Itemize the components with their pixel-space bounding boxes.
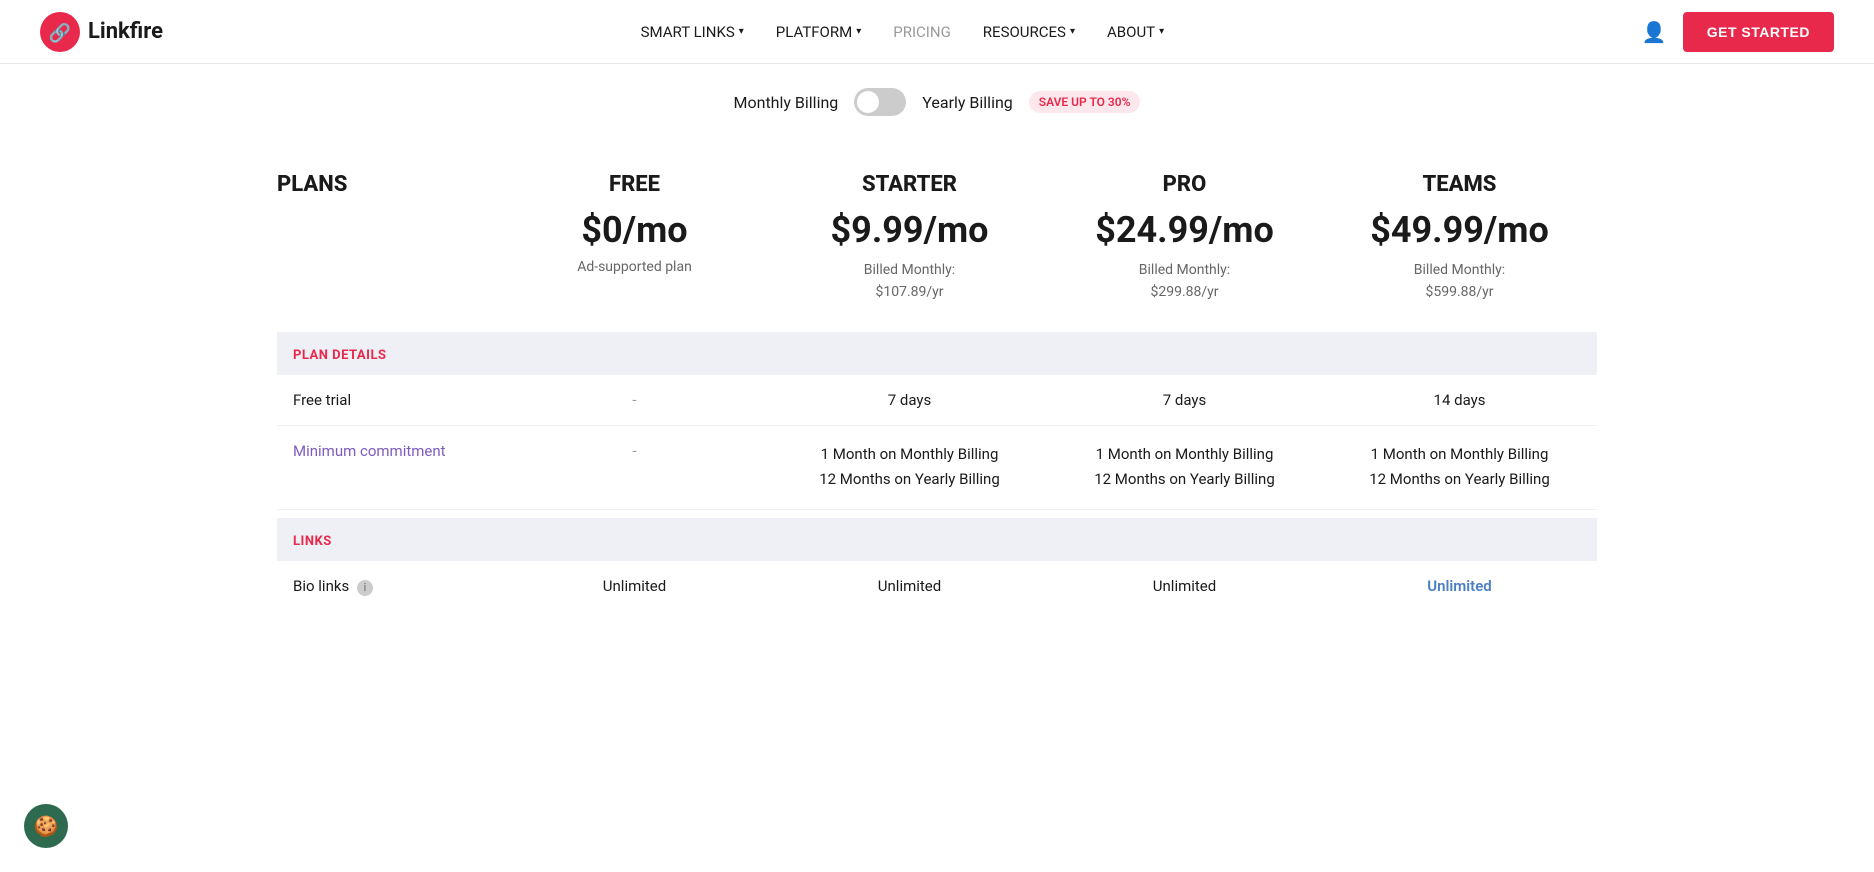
- plan-price-pro: $24.99/mo: [1063, 209, 1306, 251]
- chevron-down-icon: ▾: [739, 26, 744, 37]
- plan-name-free: FREE: [513, 172, 756, 197]
- bio-links-starter: Unlimited: [772, 561, 1047, 612]
- pricing-section: PLANS FREE $0/mo Ad-supported plan START…: [237, 132, 1637, 612]
- min-commitment-label-cell: Minimum commitment: [277, 426, 497, 510]
- svg-text:🔗: 🔗: [49, 22, 71, 44]
- plan-col-starter: STARTER $9.99/mo Billed Monthly: $107.89…: [772, 152, 1047, 324]
- billing-toggle[interactable]: [854, 88, 906, 116]
- bio-links-info-icon[interactable]: i: [357, 580, 373, 596]
- user-icon[interactable]: 👤: [1642, 20, 1667, 44]
- plan-col-free: FREE $0/mo Ad-supported plan: [497, 152, 772, 324]
- chevron-down-icon: ▾: [1070, 26, 1075, 37]
- cookie-icon: 🍪: [34, 814, 59, 839]
- logo-text: Linkfire: [88, 19, 163, 44]
- plan-details-header: PLAN DETAILS: [277, 332, 1597, 375]
- min-commitment-free: -: [497, 426, 772, 510]
- links-label: LINKS: [293, 534, 332, 549]
- plan-col-pro: PRO $24.99/mo Billed Monthly: $299.88/yr: [1047, 152, 1322, 324]
- min-commitment-pro: 1 Month on Monthly Billing 12 Months on …: [1047, 426, 1322, 510]
- plans-heading: PLANS: [277, 172, 347, 197]
- free-trial-pro: 7 days: [1047, 375, 1322, 426]
- plan-col-teams: TEAMS $49.99/mo Billed Monthly: $599.88/…: [1322, 152, 1597, 324]
- billing-toggle-section: Monthly Billing Yearly Billing SAVE UP T…: [0, 64, 1874, 132]
- plan-name-starter: STARTER: [788, 172, 1031, 197]
- bio-links-teams: Unlimited: [1322, 561, 1597, 612]
- chevron-down-icon: ▾: [1159, 26, 1164, 37]
- nav-pricing[interactable]: PRICING: [893, 23, 951, 41]
- plan-price-teams: $49.99/mo: [1338, 209, 1581, 251]
- min-commitment-starter: 1 Month on Monthly Billing 12 Months on …: [772, 426, 1047, 510]
- free-trial-free: -: [497, 375, 772, 426]
- free-trial-teams: 14 days: [1322, 375, 1597, 426]
- nav-links: SMART LINKS ▾ PLATFORM ▾ PRICING RESOURC…: [641, 23, 1165, 41]
- bio-links-pro: Unlimited: [1047, 561, 1322, 612]
- pricing-grid: PLANS FREE $0/mo Ad-supported plan START…: [277, 152, 1597, 612]
- main-nav: 🔗 Linkfire SMART LINKS ▾ PLATFORM ▾ PRIC…: [0, 0, 1874, 64]
- monthly-billing-label: Monthly Billing: [734, 93, 839, 112]
- plan-billed-pro: Billed Monthly: $299.88/yr: [1063, 259, 1306, 304]
- save-badge: SAVE UP TO 30%: [1029, 91, 1141, 113]
- bio-links-label-cell: Bio links i: [277, 561, 497, 612]
- nav-smart-links[interactable]: SMART LINKS ▾: [641, 23, 744, 41]
- chevron-down-icon: ▾: [856, 26, 861, 37]
- cookie-button[interactable]: 🍪: [24, 804, 68, 848]
- free-trial-starter: 7 days: [772, 375, 1047, 426]
- free-trial-label-cell: Free trial: [277, 375, 497, 426]
- plan-name-pro: PRO: [1063, 172, 1306, 197]
- plan-price-starter: $9.99/mo: [788, 209, 1031, 251]
- nav-right: 👤 GET STARTED: [1642, 12, 1834, 52]
- get-started-button[interactable]: GET STARTED: [1683, 12, 1834, 52]
- toggle-slider: [854, 88, 906, 116]
- plan-billed-teams: Billed Monthly: $599.88/yr: [1338, 259, 1581, 304]
- plans-label-cell: PLANS: [277, 152, 497, 324]
- yearly-billing-label: Yearly Billing: [922, 93, 1013, 112]
- plan-desc-free: Ad-supported plan: [513, 259, 756, 275]
- logo[interactable]: 🔗 Linkfire: [40, 12, 163, 52]
- plan-details-label: PLAN DETAILS: [293, 348, 387, 363]
- links-header: LINKS: [277, 518, 1597, 561]
- min-commitment-teams: 1 Month on Monthly Billing 12 Months on …: [1322, 426, 1597, 510]
- bio-links-free: Unlimited: [497, 561, 772, 612]
- nav-resources[interactable]: RESOURCES ▾: [983, 23, 1075, 41]
- nav-about[interactable]: ABOUT ▾: [1107, 23, 1164, 41]
- nav-platform[interactable]: PLATFORM ▾: [776, 23, 861, 41]
- plan-name-teams: TEAMS: [1338, 172, 1581, 197]
- plan-billed-starter: Billed Monthly: $107.89/yr: [788, 259, 1031, 304]
- plan-price-free: $0/mo: [513, 209, 756, 251]
